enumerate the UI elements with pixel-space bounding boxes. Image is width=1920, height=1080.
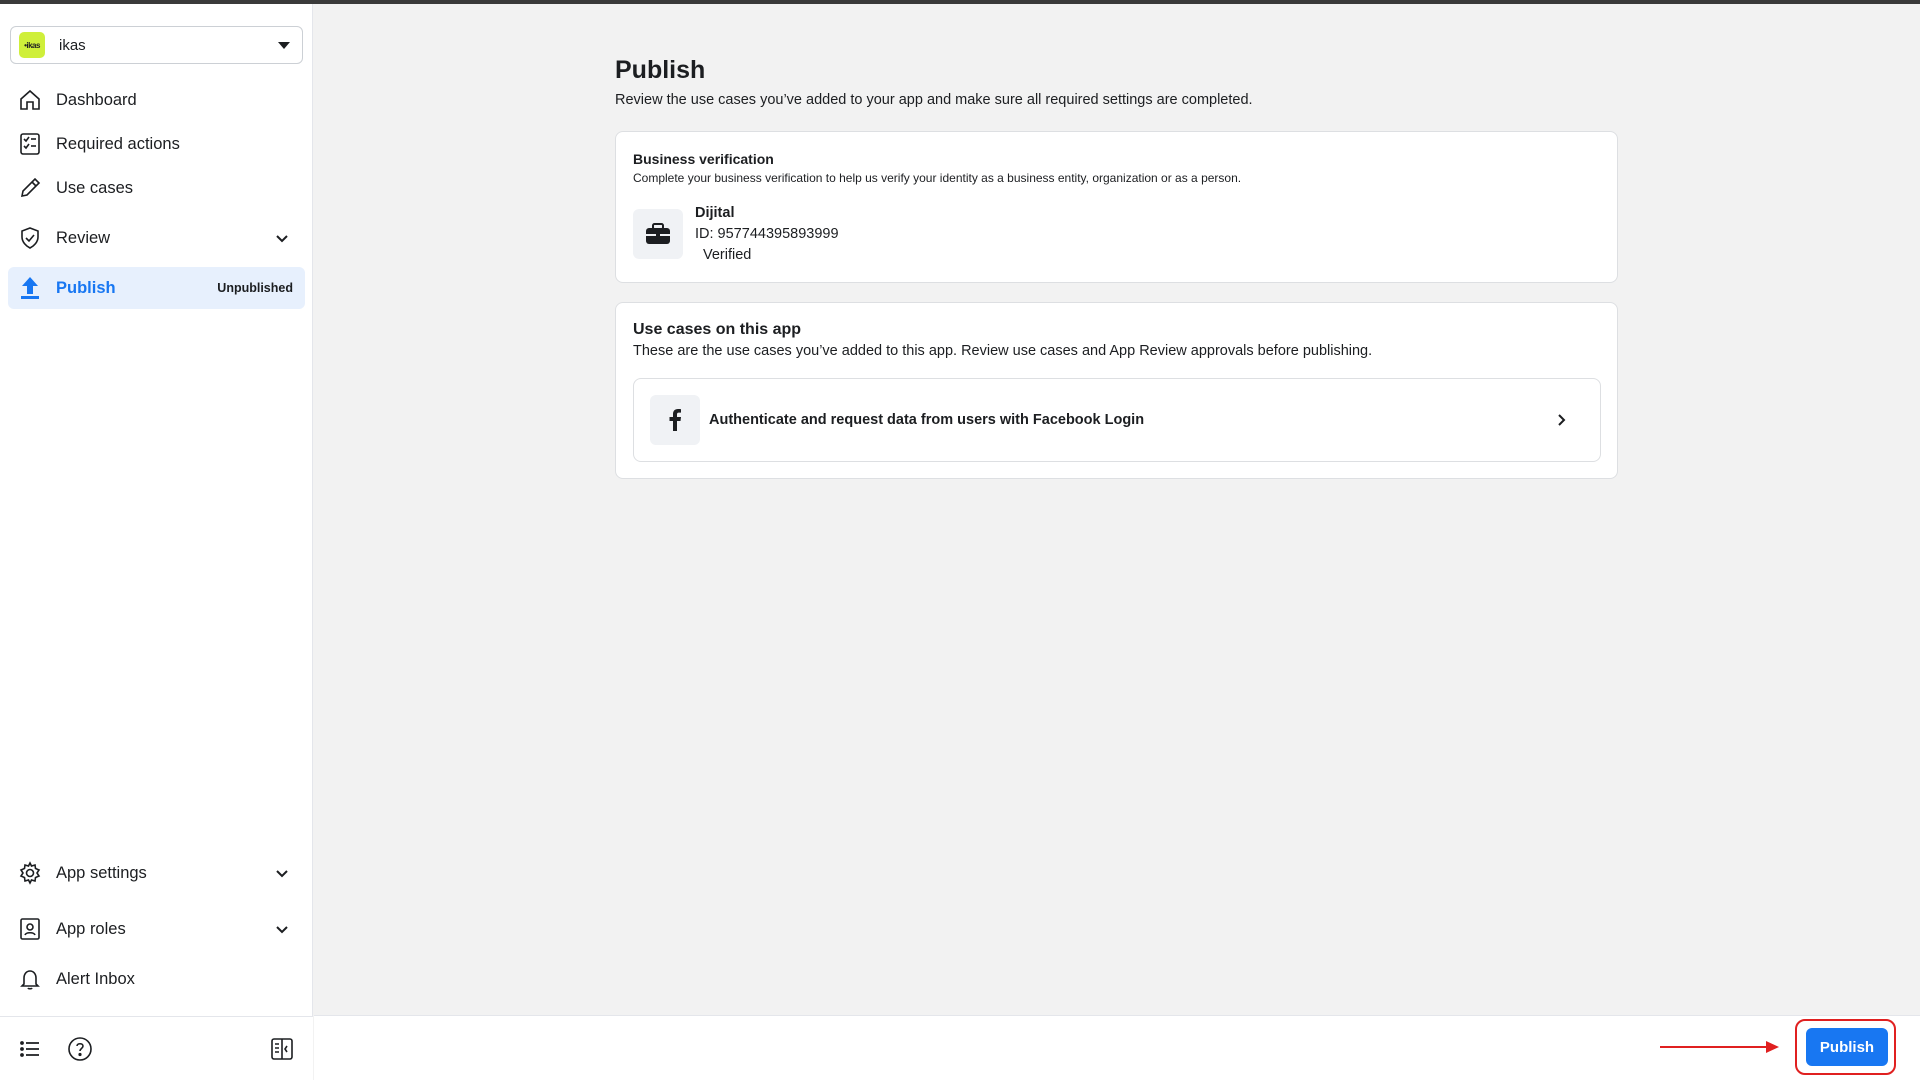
gear-icon	[16, 859, 44, 887]
app-switcher[interactable]: •ikas ikas	[10, 26, 303, 64]
sidebar-item-review[interactable]: Review	[8, 217, 305, 259]
facebook-icon	[650, 395, 700, 445]
use-cases-card: Use cases on this app These are the use …	[615, 302, 1618, 479]
sidebar-item-label: Review	[56, 228, 111, 247]
list-icon[interactable]	[16, 1035, 44, 1063]
sidebar-item-label: Required actions	[56, 134, 180, 153]
sidebar-item-label: App settings	[56, 863, 147, 882]
sidebar-item-label: Dashboard	[56, 90, 137, 109]
page-title: Publish	[615, 56, 706, 84]
page-subtitle: Review the use cases you’ve added to you…	[615, 92, 1253, 108]
home-icon	[16, 86, 44, 114]
upload-icon	[16, 274, 44, 302]
use-case-label: Authenticate and request data from users…	[709, 412, 1145, 428]
collapse-sidebar-icon[interactable]	[268, 1035, 296, 1063]
business-name: Dijital	[695, 205, 735, 221]
help-icon[interactable]	[66, 1035, 94, 1063]
card-title: Use cases on this app	[633, 321, 802, 338]
chevron-down-icon[interactable]	[271, 918, 293, 940]
sidebar-item-dashboard[interactable]: Dashboard	[8, 79, 305, 121]
sidebar-item-app-roles[interactable]: App roles	[8, 908, 305, 950]
caret-down-icon	[278, 41, 290, 49]
use-case-item[interactable]: Authenticate and request data from users…	[633, 378, 1601, 462]
sidebar-item-label: App roles	[56, 919, 126, 938]
pencil-icon	[16, 174, 44, 202]
shield-check-icon	[16, 224, 44, 252]
sidebar: •ikas ikas Dashboard Required actions Us…	[0, 4, 313, 1080]
sidebar-item-publish[interactable]: Publish Unpublished	[8, 267, 305, 309]
sidebar-item-alert-inbox[interactable]: Alert Inbox	[8, 958, 305, 1000]
app-logo: •ikas	[19, 32, 45, 58]
chevron-down-icon[interactable]	[271, 227, 293, 249]
annotation-arrow-icon	[1660, 1041, 1779, 1053]
sidebar-footer	[0, 1016, 313, 1080]
business-id: ID: 957744395893999	[695, 226, 839, 242]
sidebar-item-app-settings[interactable]: App settings	[8, 852, 305, 894]
card-title: Business verification	[633, 151, 774, 167]
business-verification-card: Business verification Complete your busi…	[615, 131, 1618, 283]
id-badge-icon	[16, 915, 44, 943]
card-description: These are the use cases you’ve added to …	[633, 343, 1373, 359]
publish-button[interactable]: Publish	[1806, 1028, 1888, 1066]
briefcase-icon	[633, 209, 683, 259]
sidebar-item-use-cases[interactable]: Use cases	[8, 167, 305, 209]
bell-icon	[16, 965, 44, 993]
sidebar-item-required-actions[interactable]: Required actions	[8, 123, 305, 165]
sidebar-item-label: Alert Inbox	[56, 969, 135, 988]
card-description: Complete your business verification to h…	[633, 171, 1242, 185]
chevron-down-icon[interactable]	[271, 862, 293, 884]
sidebar-item-label: Publish	[56, 278, 116, 297]
verification-status: Verified	[703, 247, 752, 263]
sidebar-item-label: Use cases	[56, 178, 134, 197]
app-name: ikas	[59, 36, 86, 54]
checklist-icon	[16, 130, 44, 158]
status-badge: Unpublished	[217, 281, 293, 295]
chevron-right-icon	[1550, 409, 1572, 431]
